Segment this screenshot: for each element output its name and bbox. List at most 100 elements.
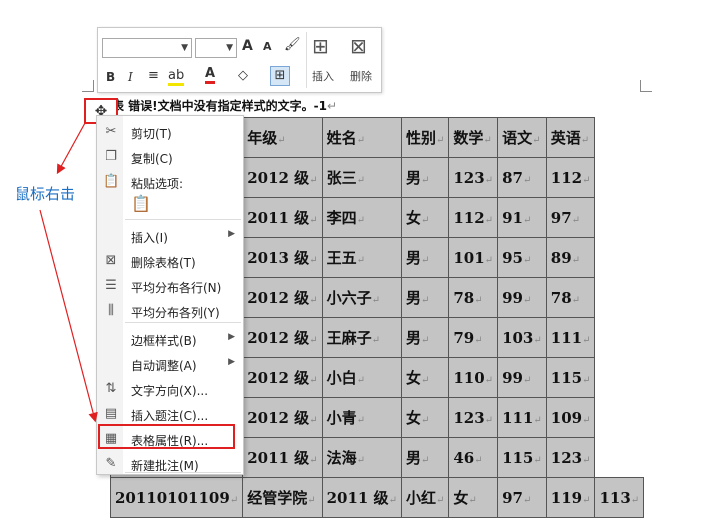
menu-item[interactable]: 📋 粘贴选项: (97, 170, 243, 195)
table-cell[interactable]: 111↵ (545, 317, 596, 358)
scissors-icon: ✂ (105, 124, 117, 139)
table-cell[interactable]: 99↵ (497, 357, 547, 398)
menu-item[interactable]: 自动调整(A) ▶ (97, 352, 243, 377)
table-cell[interactable]: 2013 级↵ (242, 237, 323, 278)
menu-item-label: 粘贴选项: (131, 177, 184, 191)
menu-item[interactable]: ☰ 平均分布各行(N) (97, 274, 243, 299)
table-cell[interactable]: 男↵ (400, 317, 450, 358)
menu-item-label: 插入题注(C)... (131, 409, 209, 423)
menu-separator (125, 322, 241, 323)
table-cell[interactable]: 法海↵ (321, 437, 402, 478)
table-cell[interactable]: 李四↵ (321, 197, 402, 238)
table-cell[interactable]: 101↵ (448, 237, 499, 278)
table-cell[interactable]: 2011 级↵ (321, 477, 402, 518)
grow-font-icon[interactable]: A (242, 38, 253, 54)
table-cell[interactable]: 性别↵ (400, 117, 450, 158)
table-cell[interactable]: 2012 级↵ (242, 277, 323, 318)
menu-item[interactable]: 插入(I) ▶ (97, 224, 243, 249)
font-name-combo[interactable]: ▼ (102, 38, 192, 58)
table-cell[interactable]: 113↵ (594, 477, 645, 518)
table-cell[interactable]: 91↵ (497, 197, 547, 238)
highlight-icon[interactable]: ab (168, 68, 185, 86)
shrink-font-icon[interactable]: A (263, 40, 272, 53)
table-cell[interactable]: 男↵ (400, 437, 450, 478)
table-cell[interactable]: 115↵ (497, 437, 547, 478)
table-cell[interactable]: 2012 级↵ (242, 317, 323, 358)
table-cell[interactable]: 2012 级↵ (242, 397, 323, 438)
table-cell[interactable]: 99↵ (497, 277, 547, 318)
table-cell[interactable]: 女↵ (400, 197, 450, 238)
table-cell[interactable]: 2011 级↵ (242, 197, 323, 238)
table-cell[interactable]: 123↵ (545, 437, 596, 478)
table-cell[interactable]: 男↵ (400, 157, 450, 198)
shading-icon[interactable]: ◇ (238, 68, 248, 83)
table-cell[interactable]: 小六子↵ (321, 277, 402, 318)
borders-icon[interactable]: ⊞ (270, 66, 290, 86)
table-cell[interactable]: 109↵ (545, 397, 596, 438)
menu-item-label: 删除表格(T) (131, 256, 196, 270)
table-cell[interactable]: 112↵ (545, 157, 596, 198)
font-color-icon[interactable]: A (205, 66, 216, 84)
table-cell[interactable]: 123↵ (448, 157, 499, 198)
menu-item[interactable]: ⫼ 平均分布各列(Y) (97, 299, 243, 324)
menu-item[interactable]: ⇅ 文字方向(X)... (97, 377, 243, 402)
table-cell[interactable]: 男↵ (400, 237, 450, 278)
table-cell[interactable]: 89↵ (545, 237, 596, 278)
table-cell[interactable]: 数学↵ (448, 117, 499, 158)
arrow-to-anchor (56, 122, 86, 175)
table-cell[interactable]: 97↵ (497, 477, 547, 518)
table-cell[interactable]: 女↵ (448, 477, 499, 518)
table-cell[interactable]: 女↵ (400, 357, 450, 398)
delete-table-icon: ⊠ (105, 253, 117, 268)
table-cell[interactable]: 女↵ (400, 397, 450, 438)
paste-keep-format-icon[interactable]: 📋 (131, 194, 151, 218)
table-cell[interactable]: 经管学院↵ (242, 477, 323, 518)
align-center-icon[interactable]: ≡ (148, 68, 159, 83)
table-cell[interactable]: 123↵ (448, 397, 499, 438)
delete-label[interactable]: 删除 (350, 68, 372, 84)
menu-item[interactable]: ⊠ 删除表格(T) (97, 249, 243, 274)
submenu-arrow-icon: ▶ (228, 229, 235, 239)
delete-table-icon[interactable]: ⊠ (350, 34, 367, 58)
table-cell[interactable]: 20110101109↵ (109, 477, 244, 518)
table-cell[interactable]: 张三↵ (321, 157, 402, 198)
table-cell[interactable]: 103↵ (497, 317, 547, 358)
insert-table-icon[interactable]: ⊞ (312, 34, 329, 58)
font-size-combo[interactable]: ▼ (195, 38, 237, 58)
format-painter-icon[interactable]: 🖌 (284, 37, 301, 52)
insert-label[interactable]: 插入 (312, 68, 334, 84)
table-cell[interactable]: 97↵ (545, 197, 596, 238)
table-cell[interactable]: 111↵ (497, 397, 547, 438)
table-cell[interactable]: 王五↵ (321, 237, 402, 278)
table-cell[interactable]: 95↵ (497, 237, 547, 278)
bold-button[interactable]: B (106, 70, 115, 84)
menu-item[interactable]: ✂ 剪切(T) (97, 120, 243, 145)
table-cell[interactable]: 小白↵ (321, 357, 402, 398)
menu-item[interactable]: 边框样式(B) ▶ (97, 327, 243, 352)
table-cell[interactable]: 姓名↵ (321, 117, 402, 158)
table-cell[interactable]: 87↵ (497, 157, 547, 198)
table-cell[interactable]: 2012 级↵ (242, 157, 323, 198)
table-cell[interactable]: 小红↵ (400, 477, 450, 518)
table-cell[interactable]: 男↵ (400, 277, 450, 318)
table-cell[interactable]: 王麻子↵ (321, 317, 402, 358)
insert-caption-icon: ▤ (104, 406, 118, 421)
table-cell[interactable]: 112↵ (448, 197, 499, 238)
table-cell[interactable]: 2011 级↵ (242, 437, 323, 478)
table-cell[interactable]: 110↵ (448, 357, 499, 398)
table-cell[interactable]: 语文↵ (497, 117, 547, 158)
table-cell[interactable]: 年级↵ (242, 117, 323, 158)
menu-item[interactable]: ✎ 新建批注(M) (97, 452, 243, 477)
table-cell[interactable]: 46↵ (448, 437, 499, 478)
table-cell[interactable]: 78↵ (545, 277, 596, 318)
table-cell[interactable]: 78↵ (448, 277, 499, 318)
table-cell[interactable]: 英语↵ (545, 117, 596, 158)
table-cell[interactable]: 79↵ (448, 317, 499, 358)
table-cell[interactable]: 2012 级↵ (242, 357, 323, 398)
table-cell[interactable]: 119↵ (545, 477, 596, 518)
table-cell[interactable]: 小青↵ (321, 397, 402, 438)
table-cell[interactable]: 115↵ (545, 357, 596, 398)
page-corner-mark (82, 80, 94, 92)
italic-button[interactable]: I (128, 70, 133, 84)
menu-item[interactable]: ❐ 复制(C) (97, 145, 243, 170)
